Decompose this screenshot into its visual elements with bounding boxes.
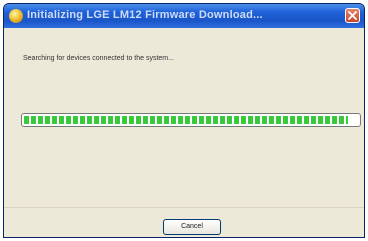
installer-dialog: Initializing LGE LM12 Firmware Download.…: [3, 3, 365, 238]
divider: [4, 207, 364, 208]
progress-bar: [21, 113, 361, 127]
status-message: Searching for devices connected to the s…: [23, 55, 174, 62]
window-title: Initializing LGE LM12 Firmware Download.…: [27, 9, 263, 21]
close-icon: [348, 11, 357, 20]
progress-fill: [24, 116, 348, 124]
app-globe-icon: [9, 9, 23, 23]
title-bar[interactable]: Initializing LGE LM12 Firmware Download.…: [4, 4, 364, 28]
close-button[interactable]: [345, 8, 360, 23]
cancel-button[interactable]: Cancel: [163, 219, 221, 235]
